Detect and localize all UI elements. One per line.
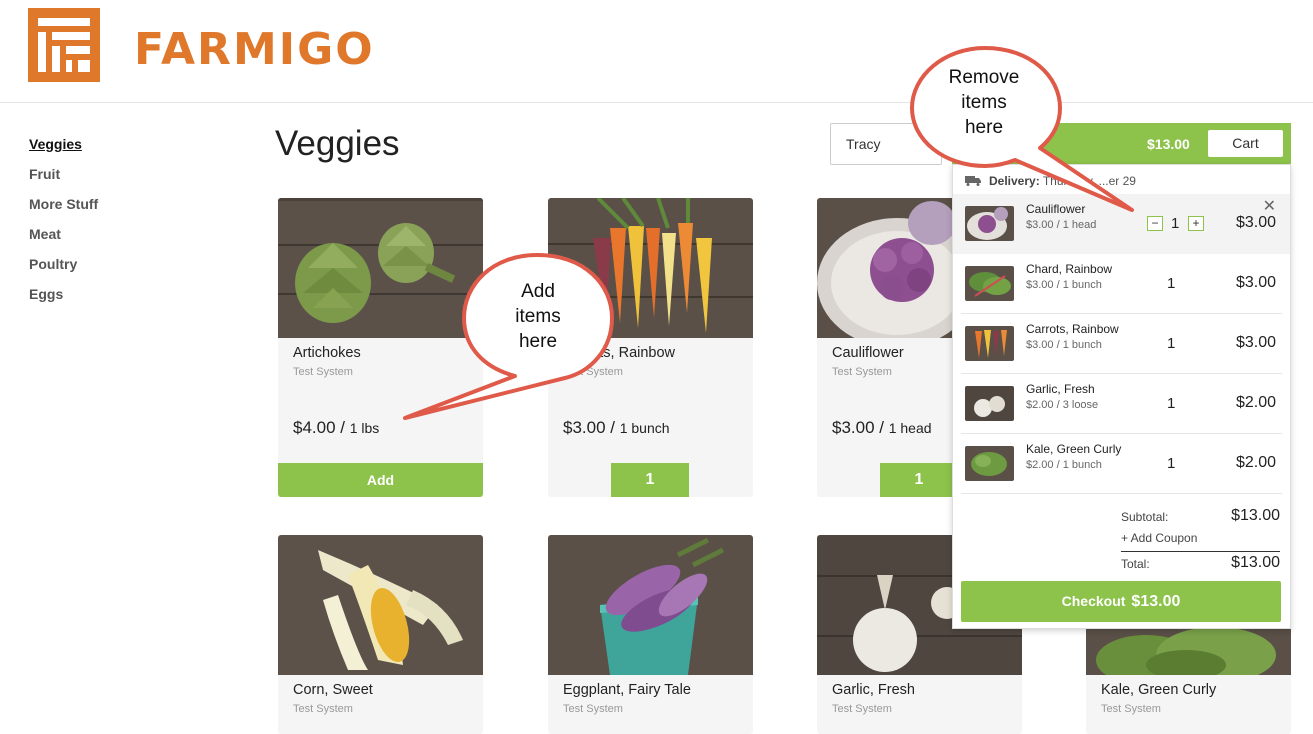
delivery-date: Thursday, ...er 29 <box>1042 174 1136 188</box>
product-name: Corn, Sweet <box>293 682 373 698</box>
checkout-label: Checkout <box>1061 593 1126 609</box>
truck-icon <box>965 176 981 186</box>
product-card-eggplant-fairy-tale: Eggplant, Fairy Tale Test System <box>548 535 753 734</box>
cart-total: $13.00 <box>1147 136 1190 152</box>
cart-item-total: $2.00 <box>1235 454 1276 471</box>
product-name: Kale, Green Curly <box>1101 682 1217 698</box>
cart-item-total: $3.00 <box>1235 274 1276 291</box>
product-name: Cauliflower <box>832 345 904 361</box>
product-vendor: Test System <box>293 366 353 378</box>
cart-item-price: $3.00 / 1 bunch <box>1026 339 1102 351</box>
product-vendor: Test System <box>563 703 623 715</box>
product-vendor: Test System <box>832 366 892 378</box>
product-name: Garlic, Fresh <box>832 682 915 698</box>
delivery-label: Delivery: <box>989 174 1040 188</box>
close-icon[interactable]: ✕ <box>1263 196 1276 216</box>
add-coupon-link[interactable]: + Add Coupon <box>1121 531 1197 545</box>
remove-callout-text: Remove items here <box>948 67 1020 138</box>
cart-item-row: Cauliflower $3.00 / 1 head − 1 + $3.00 ✕ <box>953 194 1290 254</box>
product-price: $4.00 / 1 lbs <box>293 418 380 437</box>
product-vendor: Test System <box>563 366 623 378</box>
cart-item-row: Kale, Green Curly $2.00 / 1 bunch 1 $2.0… <box>961 434 1282 494</box>
cart-item-total: $3.00 <box>1235 334 1276 351</box>
total-label: Total: <box>1121 557 1150 571</box>
cart-item-name: Chard, Rainbow <box>1026 262 1113 276</box>
product-price: $3.00 / 1 bunch <box>563 418 670 437</box>
cart-item-total: $3.00 <box>1235 214 1276 231</box>
product-name: Eggplant, Fairy Tale <box>563 682 691 698</box>
corn-photo <box>278 535 483 675</box>
cart-item-price: $3.00 / 1 head <box>1026 219 1097 231</box>
sidebar-item-veggies[interactable]: Veggies <box>29 134 98 164</box>
product-vendor: Test System <box>832 703 892 715</box>
quantity-button[interactable]: 1 <box>611 463 689 497</box>
total-divider <box>1121 551 1280 552</box>
cart-item-qty: 1 <box>1167 335 1176 352</box>
page-title: Veggies <box>275 124 400 163</box>
eggplant-photo <box>548 535 753 675</box>
cart-button[interactable]: Cart <box>1208 130 1283 157</box>
checkout-amount: $13.00 <box>1131 593 1181 610</box>
cart-item-row: Chard, Rainbow $3.00 / 1 bunch 1 $3.00 <box>961 254 1282 314</box>
cart-item-name: Cauliflower <box>1026 202 1086 216</box>
cart-item-qty: 1 <box>1167 395 1176 412</box>
farmigo-logo-icon <box>28 8 100 82</box>
delivery-info: Delivery: Thursday, ...er 29 <box>965 174 1136 188</box>
cauliflower-thumb <box>965 206 1014 241</box>
cart-item-price: $2.00 / 3 loose <box>1026 399 1099 411</box>
sidebar-item-eggs[interactable]: Eggs <box>29 284 98 314</box>
user-select-value: Tracy <box>846 136 881 152</box>
product-name: Artichokes <box>293 345 361 361</box>
product-card-artichokes: Artichokes Test System $4.00 / 1 lbs Add <box>278 198 483 497</box>
kale-thumb <box>965 446 1014 481</box>
cart-item-qty: 1 <box>1167 455 1176 472</box>
cart-item-qty: 1 <box>1171 215 1180 232</box>
cart-item-qty: 1 <box>1167 275 1176 292</box>
carrots-thumb <box>965 326 1014 361</box>
product-vendor: Test System <box>293 703 353 715</box>
increment-button[interactable]: + <box>1188 216 1204 231</box>
brand-name: FARMIGO <box>134 24 375 75</box>
cart-item-row: Carrots, Rainbow $3.00 / 1 bunch 1 $3.00 <box>961 314 1282 374</box>
chevron-down-icon <box>929 143 937 147</box>
chard-thumb <box>965 266 1014 301</box>
category-sidebar: Veggies Fruit More Stuff Meat Poultry Eg… <box>29 134 98 314</box>
cart-panel: Delivery: Thursday, ...er 29 Cauliflower… <box>952 164 1291 629</box>
product-card-corn-sweet: Corn, Sweet Test System <box>278 535 483 734</box>
sidebar-item-meat[interactable]: Meat <box>29 224 98 254</box>
header-divider <box>0 102 1313 103</box>
cart-item-name: Carrots, Rainbow <box>1026 322 1119 336</box>
cart-item-price: $2.00 / 1 bunch <box>1026 459 1102 471</box>
total-value: $13.00 <box>1231 554 1280 571</box>
add-callout-text: Add items here <box>515 281 561 352</box>
sidebar-item-poultry[interactable]: Poultry <box>29 254 98 284</box>
farmigo-logo[interactable]: FARMIGO <box>28 8 373 82</box>
subtotal-value: $13.00 <box>1231 507 1280 524</box>
artichokes-photo <box>278 198 483 338</box>
cart-item-name: Garlic, Fresh <box>1026 382 1095 396</box>
decrement-button[interactable]: − <box>1147 216 1163 231</box>
subtotal-label: Subtotal: <box>1121 510 1169 524</box>
cart-item-row: Garlic, Fresh $2.00 / 3 loose 1 $2.00 <box>961 374 1282 434</box>
checkout-button[interactable]: Checkout $13.00 <box>961 581 1281 622</box>
add-button[interactable]: Add <box>278 463 483 497</box>
sidebar-item-more-stuff[interactable]: More Stuff <box>29 194 98 224</box>
cart-item-price: $3.00 / 1 bunch <box>1026 279 1102 291</box>
cart-item-total: $2.00 <box>1235 394 1276 411</box>
product-price: $3.00 / 1 head <box>832 418 932 437</box>
garlic-thumb <box>965 386 1014 421</box>
sidebar-item-fruit[interactable]: Fruit <box>29 164 98 194</box>
cart-item-name: Kale, Green Curly <box>1026 442 1122 456</box>
quantity-button[interactable]: 1 <box>880 463 958 497</box>
product-vendor: Test System <box>1101 703 1161 715</box>
